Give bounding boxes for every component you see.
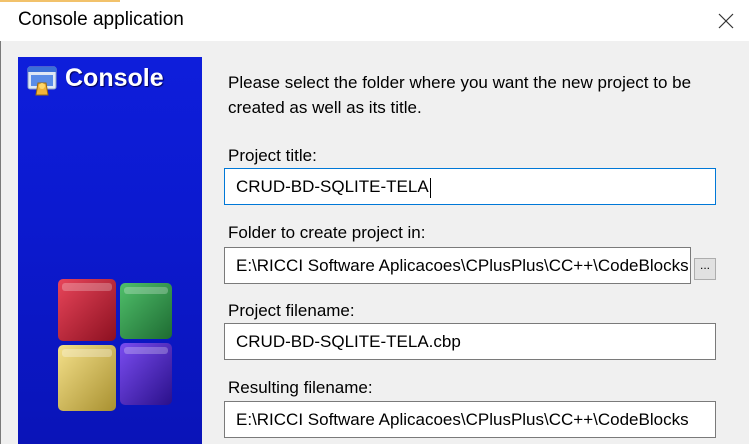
window-edge [0, 0, 1, 444]
resulting-filename-label: Resulting filename: [228, 378, 373, 397]
dialog-window: Console application Console Please selec… [0, 0, 749, 444]
close-button[interactable] [703, 0, 749, 41]
wizard-banner: Console [18, 57, 202, 444]
window-title: Console application [18, 9, 184, 30]
intro-text: Please select the folder where you want … [228, 73, 692, 117]
project-filename-value: CRUD-BD-SQLITE-TELA.cbp [236, 332, 461, 351]
project-title-value: CRUD-BD-SQLITE-TELA [236, 177, 429, 196]
project-title-input[interactable]: CRUD-BD-SQLITE-TELA [224, 168, 716, 205]
project-filename-input[interactable]: CRUD-BD-SQLITE-TELA.cbp [224, 323, 716, 360]
title-bar-accent [0, 0, 120, 2]
text-caret [429, 177, 431, 198]
codeblocks-cubes-logo [58, 279, 172, 411]
project-title-label: Project title: [228, 146, 317, 165]
close-icon [718, 13, 734, 28]
browse-folder-button[interactable]: ... [694, 258, 716, 280]
folder-label: Folder to create project in: [228, 223, 426, 242]
banner-title: Console [65, 64, 164, 92]
resulting-filename-value: E:\RICCI Software Aplicacoes\CPlusPlus\C… [236, 410, 689, 429]
folder-input[interactable]: E:\RICCI Software Aplicacoes\CPlusPlus\C… [224, 247, 691, 284]
title-bar: Console application [0, 0, 749, 41]
resulting-filename-field[interactable]: E:\RICCI Software Aplicacoes\CPlusPlus\C… [224, 401, 716, 438]
folder-value: E:\RICCI Software Aplicacoes\CPlusPlus\C… [236, 256, 689, 275]
project-filename-label: Project filename: [228, 301, 355, 320]
console-app-icon [27, 66, 57, 96]
